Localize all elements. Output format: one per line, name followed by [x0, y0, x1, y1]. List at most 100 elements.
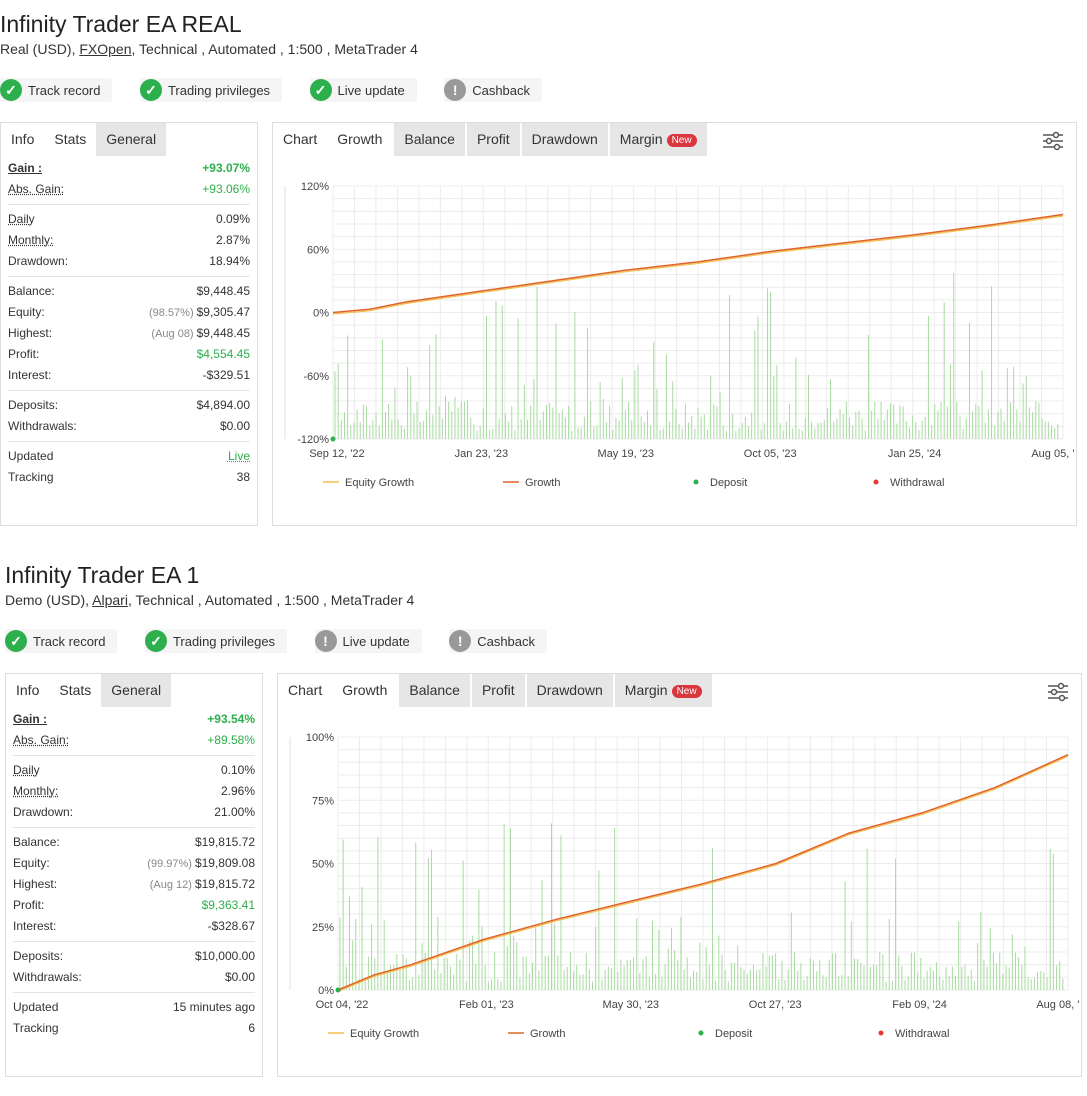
chart-panel: Chart Growth Balance Profit Drawdown Mar… — [277, 673, 1082, 1077]
y-tick-label: 75% — [312, 795, 334, 807]
broker-link[interactable]: Alpari — [92, 592, 128, 608]
stat-highest: Highest: (Aug 12) $19,815.72 — [13, 874, 255, 895]
stat-updated-value[interactable]: Live — [228, 446, 250, 467]
stat-label[interactable]: Monthly: — [8, 230, 53, 251]
stat-balance: Balance: $9,448.45 — [8, 281, 250, 302]
tab-margin[interactable]: Margin New — [609, 123, 707, 156]
legend-label: Deposit — [710, 477, 747, 489]
stat-value: $9,448.45 — [196, 284, 250, 298]
legend-label: Deposit — [715, 1028, 752, 1040]
tab-stats[interactable]: Stats — [49, 674, 102, 707]
badge-trading-privileges[interactable]: ✓ Trading privileges — [144, 629, 288, 653]
tab-stats[interactable]: Stats — [44, 123, 97, 156]
settings-sliders-icon[interactable] — [1047, 682, 1069, 702]
tab-growth[interactable]: Growth — [332, 674, 398, 707]
stat-label: Balance: — [13, 835, 60, 849]
growth-chart[interactable]: 120% 60% 0% -60% -120% Sep 12, '22 Jan 23, '23… — [273, 159, 1074, 521]
divider — [13, 992, 255, 993]
badge-cashback[interactable]: ! Cashback — [444, 78, 543, 102]
stat-equity: Equity: (99.97%) $19,809.08 — [13, 853, 255, 874]
divider — [8, 441, 250, 442]
tab-general[interactable]: General — [101, 674, 172, 707]
stat-tracking: Tracking 38 — [8, 467, 250, 488]
stat-value: $19,809.08 — [194, 856, 255, 870]
divider — [8, 390, 250, 391]
stat-label: Profit: — [13, 898, 45, 912]
legend-label: Withdrawal — [890, 477, 944, 489]
account-title[interactable]: Infinity Trader EA REAL — [0, 11, 242, 38]
stat-abs-gain: Abs. Gain: +89.58% — [13, 730, 255, 751]
settings-sliders-icon[interactable] — [1042, 131, 1064, 151]
stat-label[interactable]: Abs. Gain: — [8, 179, 64, 200]
stat-label[interactable]: Daily — [13, 760, 40, 781]
chart-panel: Chart Growth Balance Profit Drawdown Mar… — [272, 122, 1077, 526]
legend-label: Equity Growth — [350, 1028, 419, 1040]
divider — [13, 941, 255, 942]
tab-balance[interactable]: Balance — [394, 123, 465, 156]
stat-value: 2.87% — [215, 233, 250, 247]
stat-label[interactable]: Monthly: — [13, 781, 58, 802]
stat-label[interactable]: Abs. Gain: — [13, 730, 69, 751]
growth-chart[interactable]: 100% 75% 50% 25% 0% Oct 04, '22 Feb 01, '23 May… — [278, 710, 1079, 1072]
stats-tabs: Info Stats General — [6, 674, 262, 709]
account-title[interactable]: Infinity Trader EA 1 — [5, 562, 199, 589]
tab-profit[interactable]: Profit — [471, 674, 525, 707]
badge-label: Cashback — [477, 633, 536, 649]
stat-value: 18.94% — [209, 254, 250, 268]
badge-track-record[interactable]: ✓ Track record — [0, 78, 113, 102]
stat-monthly: Monthly: 2.96% — [13, 781, 255, 802]
stat-label[interactable]: Gain : — [8, 158, 42, 179]
tab-drawdown[interactable]: Drawdown — [526, 674, 613, 707]
stat-label: Tracking — [8, 470, 54, 484]
stat-equity-pct: (99.97%) — [147, 858, 192, 870]
stat-label[interactable]: Gain : — [13, 709, 47, 730]
stat-monthly: Monthly: 2.87% — [8, 230, 250, 251]
stat-updated: Updated Live — [8, 446, 250, 467]
stat-value: $10,000.00 — [194, 949, 255, 963]
badge-label: Live update — [337, 82, 405, 98]
x-tick-label: May 19, '23 — [598, 448, 655, 460]
tab-balance[interactable]: Balance — [399, 674, 470, 707]
broker-link[interactable]: FXOpen — [79, 41, 131, 57]
tab-drawdown[interactable]: Drawdown — [521, 123, 608, 156]
y-tick-label: 25% — [312, 922, 334, 934]
badge-cashback[interactable]: ! Cashback — [449, 629, 548, 653]
stat-deposits: Deposits: $10,000.00 — [13, 946, 255, 967]
stat-value: 0.10% — [220, 763, 255, 777]
y-tick-label: 120% — [301, 181, 329, 193]
tab-growth[interactable]: Growth — [327, 123, 393, 156]
tab-profit[interactable]: Profit — [466, 123, 520, 156]
badge-track-record[interactable]: ✓ Track record — [5, 629, 118, 653]
legend-deposit-swatch — [693, 479, 699, 485]
x-tick-label: Oct 27, '23 — [749, 999, 802, 1011]
stat-value: 38 — [236, 470, 250, 484]
divider — [8, 276, 250, 277]
tab-chart[interactable]: Chart — [273, 123, 328, 156]
stat-value: $0.00 — [224, 970, 255, 984]
check-icon: ✓ — [139, 79, 162, 101]
badge-live-update[interactable]: ✓ Live update — [309, 78, 417, 102]
y-tick-label: 0% — [313, 308, 329, 320]
stat-highest-date: (Aug 12) — [149, 879, 192, 891]
badge-label: Track record — [33, 633, 106, 649]
stat-updated-value: 15 minutes ago — [172, 1000, 255, 1014]
badge-live-update[interactable]: ! Live update — [314, 629, 422, 653]
legend-label: Equity Growth — [345, 477, 414, 489]
stat-label: Interest: — [13, 919, 57, 933]
stat-equity-pct: (98.57%) — [148, 307, 194, 319]
tab-chart[interactable]: Chart — [278, 674, 333, 707]
stat-value: 0.09% — [215, 212, 250, 226]
tab-info[interactable]: Info — [1, 123, 45, 156]
stat-label[interactable]: Daily — [8, 209, 35, 230]
stat-value: $4,554.45 — [196, 347, 250, 361]
account-details: , Technical , Automated , 1:500 , MetaTr… — [131, 41, 418, 57]
account-section: Infinity Trader EA 1 Demo (USD), Alpari,… — [0, 551, 1087, 1096]
badge-label: Cashback — [472, 82, 531, 98]
tab-general[interactable]: General — [96, 123, 167, 156]
check-icon: ✓ — [5, 630, 27, 652]
divider — [13, 755, 255, 756]
tab-margin[interactable]: Margin New — [614, 674, 712, 707]
badge-trading-privileges[interactable]: ✓ Trading privileges — [139, 78, 283, 102]
x-tick-label: Oct 04, '22 — [316, 999, 369, 1011]
tab-info[interactable]: Info — [6, 674, 50, 707]
